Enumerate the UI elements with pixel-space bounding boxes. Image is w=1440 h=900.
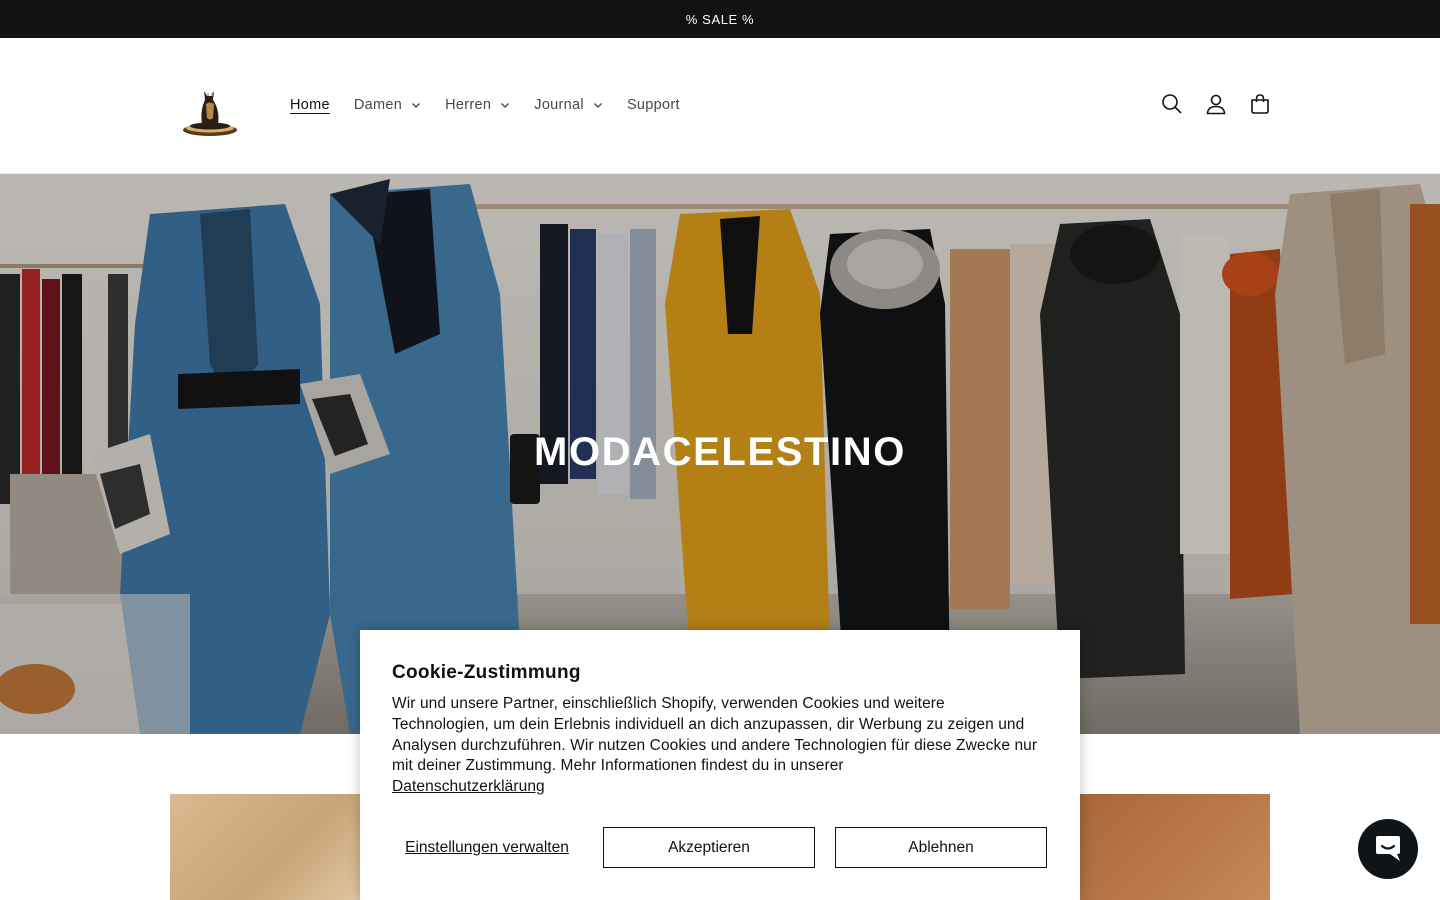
store-logo[interactable] xyxy=(178,74,242,138)
nav-item-label: Herren xyxy=(445,97,492,113)
chat-icon xyxy=(1376,836,1400,861)
cookie-consent-dialog: Cookie-Zustimmung Wir und unsere Partner… xyxy=(360,630,1080,900)
accept-button[interactable]: Akzeptieren xyxy=(603,827,815,868)
announcement-text: % SALE % xyxy=(685,11,755,27)
chevron-down-icon xyxy=(501,103,510,108)
cookie-actions: Einstellungen verwalten Akzeptieren Able… xyxy=(392,827,1048,868)
cart-icon xyxy=(1251,94,1269,114)
cat-statue-logo-icon xyxy=(183,91,237,136)
collection-tile-left[interactable] xyxy=(170,794,360,900)
hero-title: MODACELESTINO xyxy=(534,430,906,474)
collection-tile-right[interactable] xyxy=(1080,794,1270,900)
search-icon xyxy=(1162,94,1182,114)
nav-item-support[interactable]: Support xyxy=(615,90,692,120)
chevron-down-icon xyxy=(593,103,602,108)
cart-button[interactable] xyxy=(1238,82,1282,126)
cookie-body: Wir und unsere Partner, einschließlich S… xyxy=(392,695,1038,775)
account-icon xyxy=(1206,94,1226,115)
search-button[interactable] xyxy=(1150,82,1194,126)
cookie-text: Wir und unsere Partner, einschließlich S… xyxy=(392,694,1042,798)
nav-item-journal[interactable]: Journal xyxy=(522,90,615,120)
header-icons xyxy=(1150,82,1282,126)
cookie-title: Cookie-Zustimmung xyxy=(392,662,581,683)
nav-item-damen[interactable]: Damen xyxy=(342,90,433,120)
main-navigation: Home Damen Herren Journal Support xyxy=(278,90,692,120)
nav-item-label: Journal xyxy=(534,97,584,113)
nav-item-label: Support xyxy=(626,97,680,113)
decline-button[interactable]: Ablehnen xyxy=(835,827,1047,868)
nav-item-label: Damen xyxy=(353,97,403,113)
nav-item-herren[interactable]: Herren xyxy=(433,90,522,120)
site-header: Home Damen Herren Journal Support xyxy=(0,38,1440,174)
chat-button[interactable] xyxy=(1358,819,1418,879)
privacy-policy-link[interactable]: Datenschutzerklärung xyxy=(392,778,545,795)
nav-item-home[interactable]: Home xyxy=(278,90,342,120)
nav-item-label: Home xyxy=(290,97,330,113)
manage-settings-button[interactable]: Einstellungen verwalten xyxy=(392,827,582,868)
account-button[interactable] xyxy=(1194,82,1238,126)
announcement-bar: % SALE % xyxy=(0,0,1440,38)
chevron-down-icon xyxy=(412,103,421,108)
